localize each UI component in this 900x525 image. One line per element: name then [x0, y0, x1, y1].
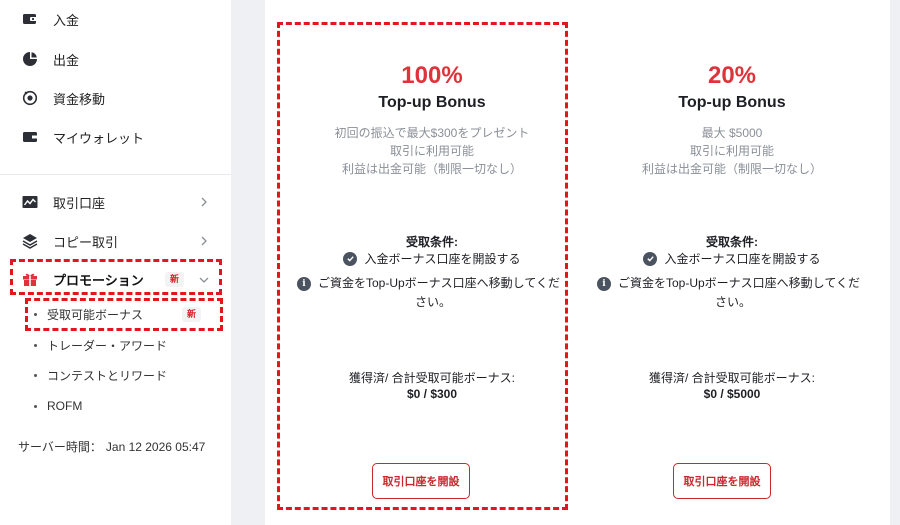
new-badge: 新 — [182, 307, 202, 322]
wallet-icon — [22, 129, 38, 145]
sidebar-item-deposit[interactable]: 入金 — [0, 1, 231, 37]
info-text-line: さい。 — [414, 295, 451, 309]
info-icon: i — [297, 277, 311, 291]
chevron-right-icon — [199, 197, 209, 207]
bonus-desc-line: 利益は出金可能（制限一切なし） — [341, 162, 522, 176]
earned-label: 獲得済/ 合計受取可能ボーナス: — [348, 371, 515, 385]
bonus-card: 100% Top-up Bonus 初回の振込で最大$300をプレゼント 取引に… — [287, 22, 577, 510]
bonus-desc-line: 利益は出金可能（制限一切なし） — [641, 162, 822, 176]
server-time-label: サーバー時間： — [18, 440, 102, 454]
info-row: i ご資金をTop-Upボーナス口座へ移動してくだ さい。 — [597, 274, 869, 312]
bonus-panel: 100% Top-up Bonus 初回の振込で最大$300をプレゼント 取引に… — [265, 0, 890, 525]
info-text-line: さい。 — [714, 295, 751, 309]
sub-item-available-bonus[interactable]: 受取可能ボーナス 新 — [34, 303, 214, 325]
sidebar-item-copy-trade[interactable]: コピー取引 — [0, 223, 231, 259]
bonus-percent: 20% — [707, 62, 757, 89]
new-badge: 新 — [165, 272, 185, 287]
sidebar-item-label: マイウォレット — [53, 130, 145, 146]
sidebar-item-withdraw[interactable]: 出金 — [0, 41, 231, 77]
earned-label: 獲得済/ 合計受取可能ボーナス: — [648, 371, 815, 385]
earned-value: $0 / $300 — [406, 387, 458, 401]
sub-item-label: コンテストとリワード — [47, 368, 168, 383]
info-row: i ご資金をTop-Upボーナス口座へ移動してくだ さい。 — [297, 274, 569, 312]
earned-value: $0 / $5000 — [703, 387, 761, 401]
sidebar-item-label: 資金移動 — [53, 91, 106, 107]
server-time: サーバー時間： Jan 12 2026 05:47 — [18, 438, 209, 455]
requirement-text: 入金ボーナス口座を開設する — [664, 252, 821, 266]
sidebar-item-label: コピー取引 — [53, 234, 119, 250]
requirement-text: 入金ボーナス口座を開設する — [364, 252, 521, 266]
open-account-button[interactable]: 取引口座を開設 — [673, 463, 771, 499]
bonus-title: Top-up Bonus — [378, 94, 486, 111]
sidebar-item-transfer[interactable]: 資金移動 — [0, 80, 231, 116]
copy-trade-icon — [22, 233, 38, 249]
bonus-percent: 100% — [401, 62, 463, 89]
sidebar: 入金 出金 資金移動 マイウォレット 取引口座 コピー取引 プロモーション 新 … — [0, 0, 231, 525]
bonus-desc-line: 最大 $5000 — [701, 126, 763, 140]
sub-item-rofm[interactable]: ROFM — [34, 395, 82, 417]
check-circle-icon — [643, 251, 658, 266]
sidebar-divider — [0, 174, 231, 175]
info-icon: i — [597, 277, 611, 291]
sub-item-trader-award[interactable]: トレーダー・アワード — [34, 334, 167, 356]
gift-icon — [22, 271, 38, 287]
server-time-value: Jan 12 2026 05:47 — [105, 440, 206, 454]
trading-account-icon — [22, 194, 38, 210]
check-circle-icon — [343, 251, 358, 266]
bonus-desc-line: 取引に利用可能 — [689, 144, 774, 158]
bullet — [34, 312, 37, 316]
transfer-icon — [22, 90, 38, 106]
sidebar-item-wallet[interactable]: マイウォレット — [0, 119, 231, 155]
sidebar-item-promotions[interactable]: プロモーション 新 — [0, 261, 231, 297]
withdraw-icon — [22, 51, 38, 67]
sub-item-label: トレーダー・アワード — [47, 338, 168, 353]
bonus-desc-line: 初回の振込で最大$300をプレゼント — [334, 126, 530, 140]
sub-item-label: 受取可能ボーナス — [47, 307, 144, 322]
bullet — [34, 343, 37, 347]
open-account-button[interactable]: 取引口座を開設 — [372, 463, 470, 499]
conditions-title: 受取条件: — [406, 235, 458, 249]
chevron-down-icon — [199, 275, 209, 285]
sidebar-item-label: プロモーション — [53, 272, 144, 288]
sub-item-label: ROFM — [47, 399, 83, 413]
info-text-line: ご資金をTop-Upボーナス口座へ移動してくだ — [618, 276, 860, 290]
bullet — [34, 404, 37, 408]
sub-item-contests-rewards[interactable]: コンテストとリワード — [34, 364, 167, 386]
chevron-right-icon — [199, 236, 209, 246]
info-text-line: ご資金をTop-Upボーナス口座へ移動してくだ — [318, 276, 560, 290]
bonus-title: Top-up Bonus — [678, 94, 786, 111]
sidebar-item-trading-accounts[interactable]: 取引口座 — [0, 184, 231, 220]
bonus-card: 20% Top-up Bonus 最大 $5000 取引に利用可能 利益は出金可… — [587, 22, 877, 510]
sidebar-item-label: 出金 — [53, 52, 80, 68]
sidebar-item-label: 取引口座 — [53, 195, 106, 211]
conditions-title: 受取条件: — [706, 235, 758, 249]
sidebar-item-label: 入金 — [53, 12, 80, 28]
deposit-icon — [22, 11, 38, 27]
requirement-row: 入金ボーナス口座を開設する — [287, 250, 577, 267]
bullet — [34, 373, 37, 377]
bonus-desc-line: 取引に利用可能 — [389, 144, 474, 158]
requirement-row: 入金ボーナス口座を開設する — [587, 250, 877, 267]
